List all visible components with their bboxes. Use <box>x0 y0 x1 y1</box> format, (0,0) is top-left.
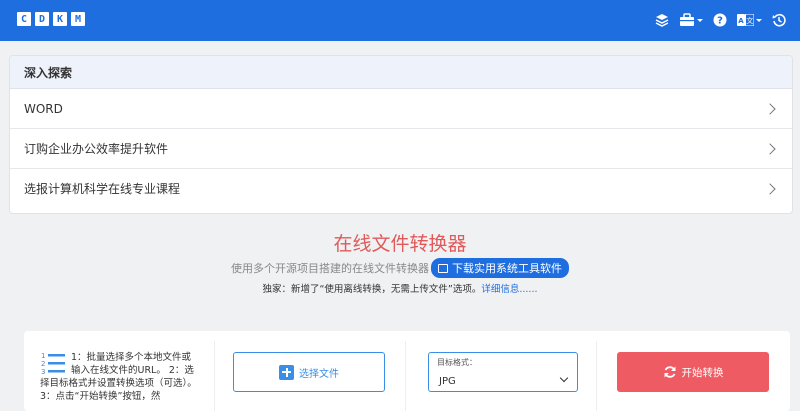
details-link[interactable]: 详细信息...... <box>481 284 537 295</box>
chevron-right-icon <box>764 142 776 155</box>
language-menu[interactable]: A文 <box>737 11 762 29</box>
explore-item-cs-courses[interactable]: 选报计算机科学在线专业课程 <box>10 169 792 208</box>
hero-note-text: 独家：新增了“使用离线转换，无需上传文件”选项。 <box>262 284 482 295</box>
explore-item-label: 选报计算机科学在线专业课程 <box>24 182 181 196</box>
top-navbar: C D K M ? A文 <box>0 0 800 41</box>
explore-item-office-software[interactable]: 订购企业办公效率提升软件 <box>10 129 792 169</box>
explore-item-label: 订购企业办公效率提升软件 <box>24 142 169 156</box>
target-format-value: JPG <box>439 376 456 387</box>
logo-letter-d: D <box>35 12 49 26</box>
start-convert-label: 开始转换 <box>681 366 724 379</box>
svg-text:文: 文 <box>746 16 753 25</box>
svg-text:A: A <box>738 17 744 25</box>
divider <box>405 341 406 411</box>
hero-note: 独家：新增了“使用离线转换，无需上传文件”选项。详细信息...... <box>0 281 800 295</box>
download-tools-label: 下载实用系统工具软件 <box>452 262 562 275</box>
toolbox-menu[interactable] <box>679 11 703 29</box>
layers-icon[interactable] <box>655 11 669 29</box>
logo-letter-m: M <box>71 12 85 26</box>
divider <box>596 341 597 411</box>
select-files-label: 选择文件 <box>299 368 339 380</box>
steps-instructions: 1 2 3 1：批量选择多个本地文件或输入在线文件的URL。 2：选择目标格式并… <box>40 351 200 403</box>
explore-title: 深入探索 <box>10 56 792 89</box>
language-icon: A文 <box>737 14 754 26</box>
select-files-button[interactable]: 选择文件 <box>233 352 385 392</box>
history-icon[interactable] <box>772 11 786 29</box>
download-tools-button[interactable]: 下载实用系统工具软件 <box>431 258 569 278</box>
svg-text:?: ? <box>717 16 723 27</box>
svg-text:3: 3 <box>41 368 45 376</box>
explore-card: 深入探索 WORD 订购企业办公效率提升软件 选报计算机科学在线专业课程 <box>9 55 793 214</box>
svg-text:2: 2 <box>41 360 45 368</box>
help-icon[interactable]: ? <box>713 11 727 29</box>
ordered-list-icon: 1 2 3 <box>41 352 65 376</box>
window-icon <box>438 263 448 273</box>
start-convert-button[interactable]: 开始转换 <box>617 352 769 392</box>
chevron-right-icon <box>764 182 776 195</box>
chevron-down-icon <box>756 18 762 22</box>
divider <box>214 341 215 411</box>
svg-text:1: 1 <box>41 352 45 360</box>
page-title: 在线文件转换器 <box>333 233 467 255</box>
explore-item-label: WORD <box>24 101 63 116</box>
chevron-right-icon <box>764 102 776 115</box>
target-format-select[interactable]: 目标格式： JPG <box>428 352 578 392</box>
logo-letter-c: C <box>17 12 31 26</box>
plus-icon <box>279 364 294 380</box>
toolbox-icon <box>680 13 694 26</box>
chevron-down-icon <box>697 18 703 22</box>
sync-icon <box>664 366 675 378</box>
explore-item-word[interactable]: WORD <box>10 89 792 129</box>
logo-letter-k: K <box>53 12 67 26</box>
hero-subtitle-line: 使用多个开源项目搭建的在线文件转换器 下载实用系统工具软件 <box>0 258 800 278</box>
target-format-label: 目标格式： <box>437 358 477 367</box>
converter-panel: 1 2 3 1：批量选择多个本地文件或输入在线文件的URL。 2：选择目标格式并… <box>24 331 790 411</box>
site-logo[interactable]: C D K M <box>17 12 85 26</box>
hero-subtitle: 使用多个开源项目搭建的在线文件转换器 <box>231 262 429 275</box>
chevron-down-icon <box>559 373 569 383</box>
